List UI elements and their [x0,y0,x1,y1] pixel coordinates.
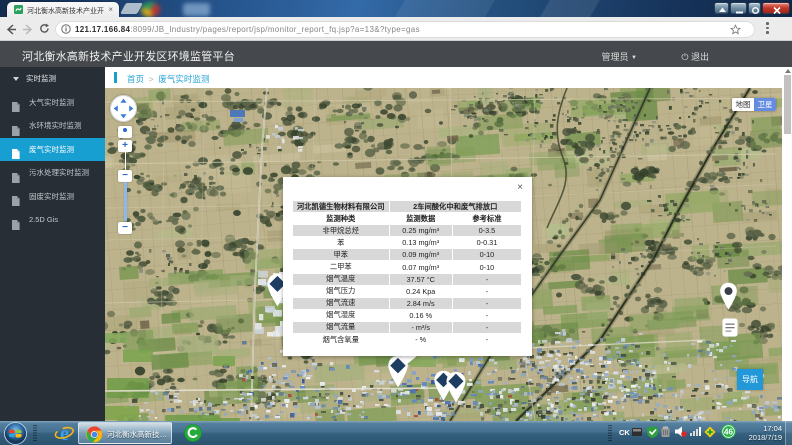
svg-text:e: e [60,423,69,444]
svg-text:46: 46 [724,428,733,437]
